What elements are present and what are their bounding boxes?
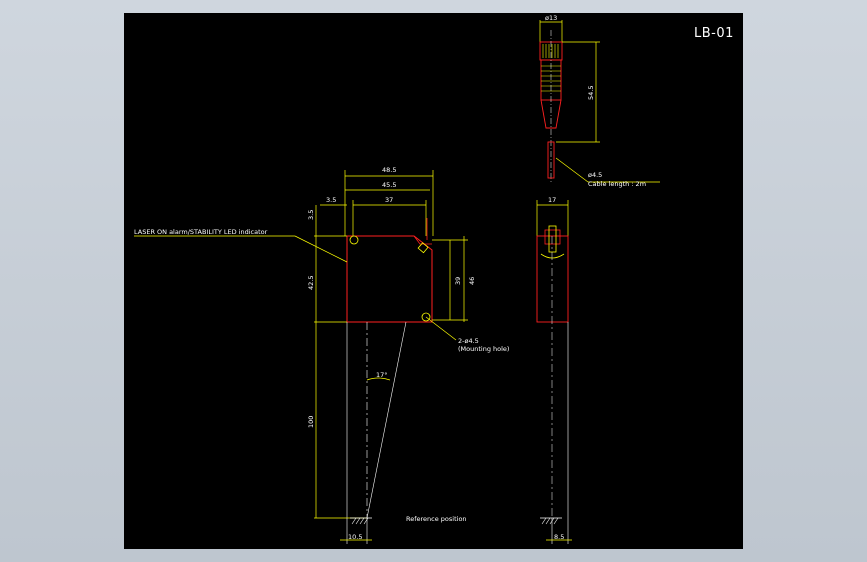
mounting-hole-top [349, 235, 359, 245]
front-view: 48.5 45.5 37 3.5 3.5 42.5 39 46 LASER ON… [134, 166, 509, 544]
reference-position-note: Reference position [406, 515, 467, 523]
reference-hatch [351, 517, 369, 525]
dim-angle: 17° [376, 371, 388, 379]
dim-39: 39 [454, 277, 462, 285]
side-reference-hatch [541, 517, 559, 525]
mounting-hole-note: 2-ø4.5 [458, 337, 479, 345]
dim-8-5: 8.5 [554, 533, 564, 541]
cad-drawing: LB-01 48.5 45.5 37 3.5 3.5 42.5 39 46 LA… [134, 14, 734, 544]
dim-46: 46 [468, 277, 476, 285]
drawing-title: LB-01 [694, 26, 734, 41]
dim-42-5: 42.5 [307, 276, 315, 290]
dim-48-5: 48.5 [382, 166, 396, 174]
dim-3-5-top: 3.5 [326, 196, 336, 204]
dim-d13: ø13 [545, 14, 557, 22]
dim-17: 17 [548, 196, 556, 204]
led-indicator-note: LASER ON alarm/STABILITY LED indicator [134, 228, 268, 236]
cable-view: ø13 54.5 ø4.5 Cable length: 2m [539, 14, 660, 188]
dim-10-5: 10.5 [348, 533, 362, 541]
side-view: 17 8.5 [536, 196, 572, 544]
dim-3-5-left: 3.5 [307, 210, 315, 220]
beam-line [366, 321, 407, 519]
side-cable-boss [544, 229, 561, 245]
dim-45-5: 45.5 [382, 181, 396, 189]
side-boss-curve [540, 253, 565, 259]
mounting-hole-label: (Mounting hole) [458, 345, 509, 353]
cable-length-note: Cable length : 2m [588, 180, 646, 188]
dim-100: 100 [307, 416, 315, 428]
dim-37: 37 [385, 196, 393, 204]
dim-54-5: 54.5 [587, 86, 595, 100]
connector-knurl [542, 44, 559, 58]
dim-cable-diameter: ø4.5 [588, 171, 602, 179]
side-body-outline [536, 235, 569, 323]
mounting-hole-leader [425, 316, 457, 341]
led-leader-line [294, 235, 348, 263]
cable-leader [555, 157, 589, 183]
